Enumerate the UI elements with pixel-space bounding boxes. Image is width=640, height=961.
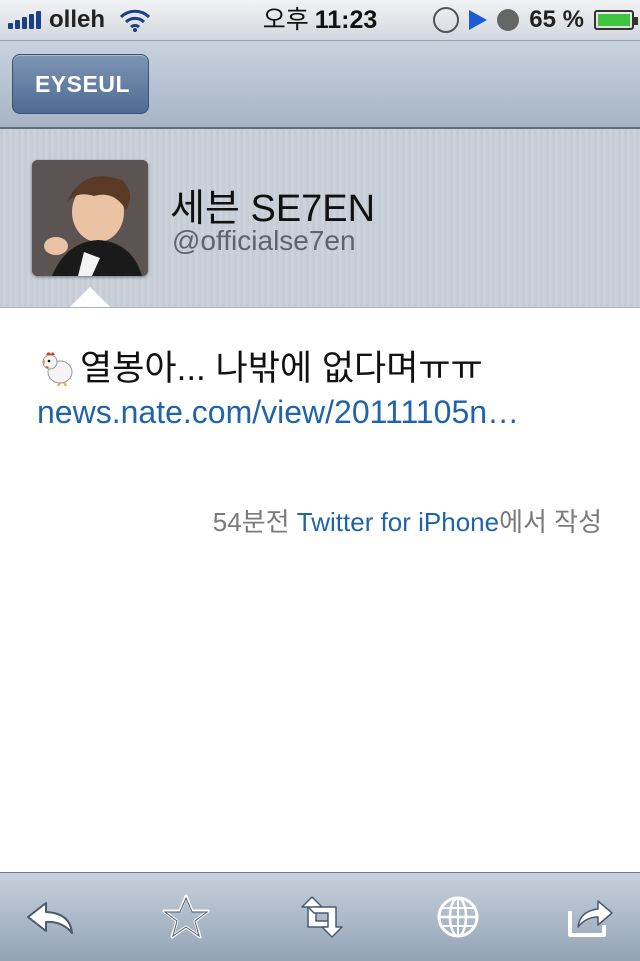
tweet-source-link[interactable]: Twitter for iPhone — [297, 507, 499, 537]
status-clock: 11:23 — [314, 6, 378, 34]
retweet-button[interactable] — [274, 873, 370, 961]
profile-handle: @officialse7en — [172, 225, 356, 256]
reply-button[interactable] — [2, 873, 98, 961]
back-button-label: EYSEUL — [35, 71, 131, 97]
alarm-icon — [497, 9, 520, 31]
reply-icon — [27, 902, 73, 934]
star-icon — [162, 894, 210, 939]
status-bar: olleh 오후 11:23 65 % — [0, 0, 640, 41]
callout-pointer — [70, 287, 110, 307]
share-icon — [568, 900, 613, 937]
tweet-source-suffix: 에서 작성 — [499, 507, 602, 537]
share-button[interactable] — [542, 873, 638, 961]
tweet-time: 54분전 — [212, 507, 290, 537]
navigation-bar: EYSEUL — [0, 41, 640, 129]
status-right: 65 % — [433, 0, 638, 40]
avatar[interactable] — [32, 160, 148, 276]
profile-header[interactable]: 세븐 SE7EN @officialse7en — [0, 129, 640, 308]
tweet-text-content: 열봉아... 나밖에 없다며ㅠㅠ — [80, 349, 483, 388]
chicken-icon — [42, 352, 73, 386]
globe-icon — [437, 896, 479, 938]
battery-percent: 65 % — [529, 6, 584, 33]
tweet-text: 열봉아... 나밖에 없다며ㅠㅠ — [36, 340, 483, 391]
retweet-icon — [301, 896, 343, 938]
avatar-image — [32, 160, 148, 276]
profile-name: 세븐 SE7EN — [170, 188, 376, 230]
play-icon — [469, 10, 488, 30]
tweet-link[interactable]: news.nate.com/view/20111105n… — [37, 394, 519, 431]
tweet-meta: 54분전 Twitter for iPhone에서 작성 — [213, 502, 602, 539]
rotation-lock-icon — [433, 7, 460, 33]
status-ampm: 오후 — [262, 6, 309, 34]
favorite-button[interactable] — [138, 873, 234, 961]
back-button[interactable]: EYSEUL — [12, 54, 150, 114]
battery-charging-icon — [594, 10, 638, 30]
browser-button[interactable] — [410, 873, 506, 961]
bottom-toolbar — [0, 872, 640, 961]
